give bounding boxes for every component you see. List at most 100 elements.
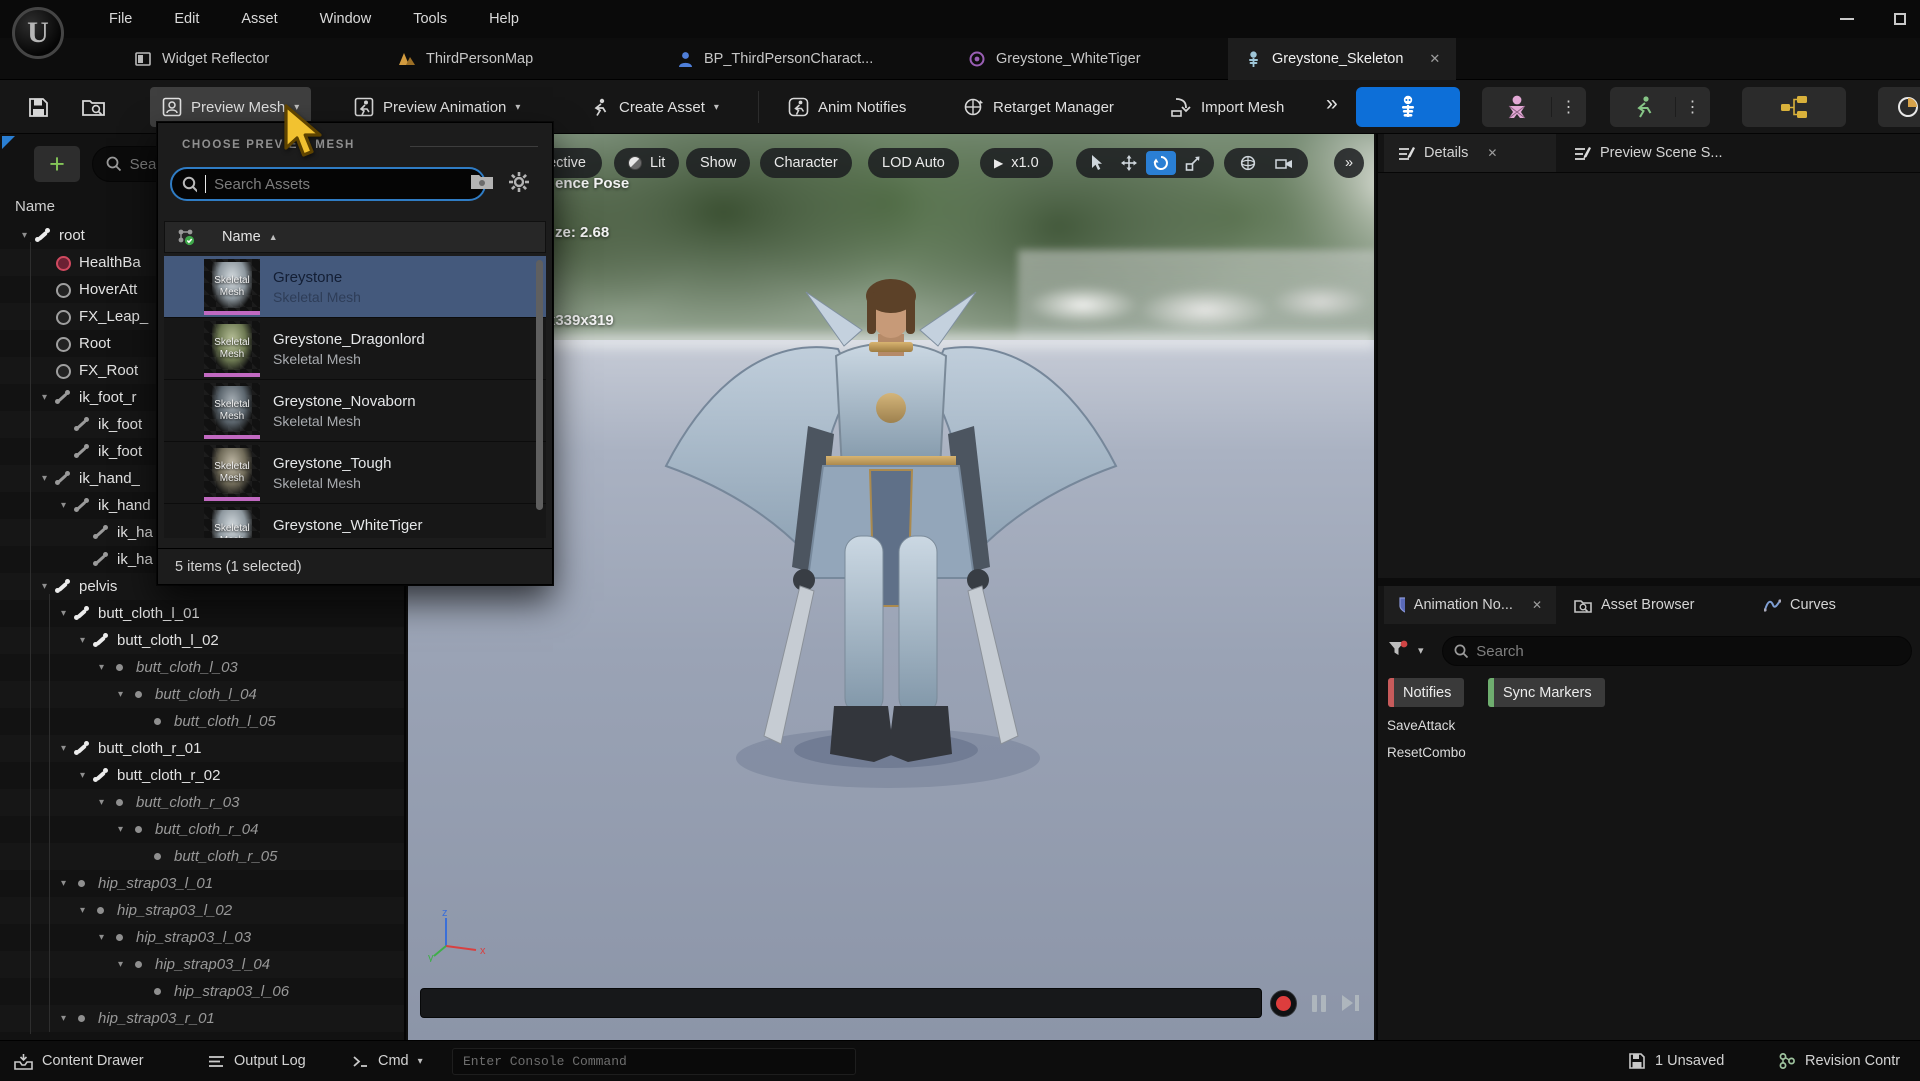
menu-tools[interactable]: Tools — [392, 7, 468, 31]
mesh-editor-button[interactable]: ⋮ — [1482, 87, 1586, 127]
view-settings-button[interactable] — [508, 171, 530, 193]
preview-mesh-option[interactable]: Skeletal Mesh Greystone_WhiteTigerSkelet… — [164, 504, 546, 538]
viewport-show-button[interactable]: Show — [686, 148, 750, 178]
tab-widget-reflector[interactable]: Widget Reflector — [118, 38, 285, 80]
animation-timeline-scrubber[interactable] — [420, 988, 1262, 1018]
output-log-button[interactable]: Output Log — [208, 1041, 306, 1081]
tree-column-header[interactable]: Name — [15, 198, 55, 215]
tree-row[interactable]: ▾butt_cloth_r_02 — [0, 762, 404, 789]
retarget-manager-button[interactable]: Retarget Manager — [950, 87, 1126, 127]
tree-row[interactable]: ▾hip_strap03_r_01 — [0, 1005, 404, 1032]
expand-arrow-icon[interactable]: ▾ — [55, 878, 72, 889]
viewport-toolbar-overflow-icon[interactable]: » — [1334, 148, 1364, 178]
expand-arrow-icon[interactable]: ▾ — [74, 635, 91, 646]
tree-row[interactable]: ▾hip_strap03_l_06 — [0, 978, 404, 1005]
tab-animation-notifies[interactable]: Animation No... ✕ — [1384, 586, 1556, 624]
viewport-lod-button[interactable]: LOD Auto — [868, 148, 959, 178]
expand-arrow-icon[interactable]: ▾ — [55, 743, 72, 754]
tab-details[interactable]: Details ✕ — [1384, 134, 1556, 172]
expand-arrow-icon[interactable]: ▾ — [93, 662, 110, 673]
preview-mesh-option[interactable]: Skeletal Mesh Greystone_NovabornSkeletal… — [164, 380, 546, 442]
tab-asset-browser[interactable]: Asset Browser — [1560, 586, 1746, 624]
tree-row[interactable]: ▾hip_strap03_l_02 — [0, 897, 404, 924]
tree-row[interactable]: ▾butt_cloth_l_02 — [0, 627, 404, 654]
preview-animation-button[interactable]: Preview Animation ▾ — [342, 87, 532, 127]
expand-arrow-icon[interactable]: ▾ — [112, 689, 129, 700]
mesh-options-kebab-icon[interactable]: ⋮ — [1551, 97, 1585, 117]
toolbar-overflow-icon[interactable]: » — [1326, 92, 1335, 116]
tree-row[interactable]: ▾butt_cloth_r_01 — [0, 735, 404, 762]
select-tool-icon[interactable] — [1082, 151, 1112, 175]
anim-blueprint-editor-button[interactable] — [1742, 87, 1846, 127]
revision-control-button[interactable]: Revision Contr — [1778, 1041, 1900, 1081]
viewport-character-button[interactable]: Character — [760, 148, 852, 178]
notifies-search-box[interactable] — [1442, 636, 1912, 666]
tab-bp-thirdpersoncharacter[interactable]: BP_ThirdPersonCharact... — [660, 38, 889, 80]
tab-close-icon[interactable]: ✕ — [1532, 598, 1542, 612]
unsaved-status[interactable]: 1 Unsaved — [1628, 1041, 1724, 1081]
pause-button[interactable] — [1312, 995, 1328, 1012]
expand-arrow-icon[interactable]: ▾ — [74, 905, 91, 916]
menu-file[interactable]: File — [88, 7, 153, 31]
expand-arrow-icon[interactable]: ▾ — [112, 959, 129, 970]
notify-item[interactable]: SaveAttack — [1387, 718, 1455, 733]
path-picker-button[interactable] — [470, 171, 494, 190]
expand-arrow-icon[interactable]: ▾ — [55, 1013, 72, 1024]
menu-help[interactable]: Help — [468, 7, 540, 31]
tab-thirdpersonmap[interactable]: ThirdPersonMap — [382, 38, 549, 80]
tree-row[interactable]: ▾hip_strap03_l_03 — [0, 924, 404, 951]
tree-row[interactable]: ▾hip_strap03_l_01 — [0, 870, 404, 897]
menu-window[interactable]: Window — [299, 7, 393, 31]
notifies-filter-chip[interactable]: Notifies — [1388, 678, 1464, 707]
menu-edit[interactable]: Edit — [153, 7, 220, 31]
tree-row[interactable]: ▾butt_cloth_l_05 — [0, 708, 404, 735]
move-tool-icon[interactable] — [1114, 151, 1144, 175]
tree-row[interactable]: ▾butt_cloth_r_04 — [0, 816, 404, 843]
filter-caret-icon[interactable]: ▾ — [1418, 644, 1424, 657]
expand-arrow-icon[interactable]: ▾ — [55, 500, 72, 511]
tab-preview-scene-settings[interactable]: Preview Scene S... — [1560, 134, 1780, 172]
tab-close-icon[interactable]: ✕ — [1429, 51, 1440, 67]
expand-arrow-icon[interactable]: ▾ — [74, 770, 91, 781]
save-button[interactable] — [16, 87, 61, 127]
tab-greystone-skeleton[interactable]: Greystone_Skeleton ✕ — [1228, 38, 1456, 80]
import-mesh-button[interactable]: Import Mesh — [1158, 87, 1296, 127]
popup-column-header[interactable]: Name ▲ — [164, 221, 546, 253]
tab-curves[interactable]: Curves — [1750, 586, 1880, 624]
tab-greystone-whitetiger[interactable]: Greystone_WhiteTiger — [952, 38, 1157, 80]
viewport-lit-mode-button[interactable]: Lit — [614, 148, 679, 178]
content-drawer-button[interactable]: Content Drawer — [14, 1041, 144, 1081]
tree-row[interactable]: ▾butt_cloth_r_03 — [0, 789, 404, 816]
expand-arrow-icon[interactable]: ▾ — [112, 824, 129, 835]
expand-arrow-icon[interactable]: ▾ — [36, 392, 53, 403]
preview-mesh-option[interactable]: Skeletal Mesh Greystone_DragonlordSkelet… — [164, 318, 546, 380]
tab-close-icon[interactable]: ✕ — [1487, 146, 1497, 160]
sync-markers-filter-chip[interactable]: Sync Markers — [1488, 678, 1605, 707]
browse-asset-button[interactable] — [70, 87, 117, 127]
expand-arrow-icon[interactable]: ▾ — [93, 932, 110, 943]
animation-options-kebab-icon[interactable]: ⋮ — [1675, 97, 1709, 117]
add-bone-button[interactable]: + — [34, 146, 80, 182]
maximize-icon[interactable] — [1894, 13, 1906, 25]
filter-icon[interactable] — [1388, 640, 1408, 658]
coordinate-space-icon[interactable] — [1233, 151, 1263, 175]
skeleton-editor-button[interactable] — [1356, 87, 1460, 127]
console-command-input[interactable] — [463, 1054, 845, 1069]
expand-arrow-icon[interactable]: ▾ — [55, 608, 72, 619]
menu-asset[interactable]: Asset — [220, 7, 298, 31]
record-button[interactable] — [1270, 990, 1297, 1017]
create-asset-button[interactable]: Create Asset ▾ — [578, 87, 731, 127]
notifies-search-input[interactable] — [1476, 643, 1900, 660]
camera-speed-icon[interactable] — [1269, 151, 1299, 175]
preview-mesh-option[interactable]: Skeletal Mesh Greystone_ToughSkeletal Me… — [164, 442, 546, 504]
preview-mesh-option[interactable]: Skeletal Mesh GreystoneSkeletal Mesh — [164, 256, 546, 318]
cmd-dropdown[interactable]: Cmd ▾ — [352, 1041, 423, 1081]
physics-editor-button[interactable] — [1878, 87, 1920, 127]
expand-arrow-icon[interactable]: ▾ — [36, 581, 53, 592]
animation-editor-button[interactable]: ⋮ — [1610, 87, 1710, 127]
tree-row[interactable]: ▾butt_cloth_r_05 — [0, 843, 404, 870]
rotate-tool-icon[interactable] — [1146, 151, 1176, 175]
expand-arrow-icon[interactable]: ▾ — [36, 473, 53, 484]
expand-arrow-icon[interactable]: ▾ — [16, 230, 33, 241]
tree-row[interactable]: ▾hip_strap03_l_04 — [0, 951, 404, 978]
